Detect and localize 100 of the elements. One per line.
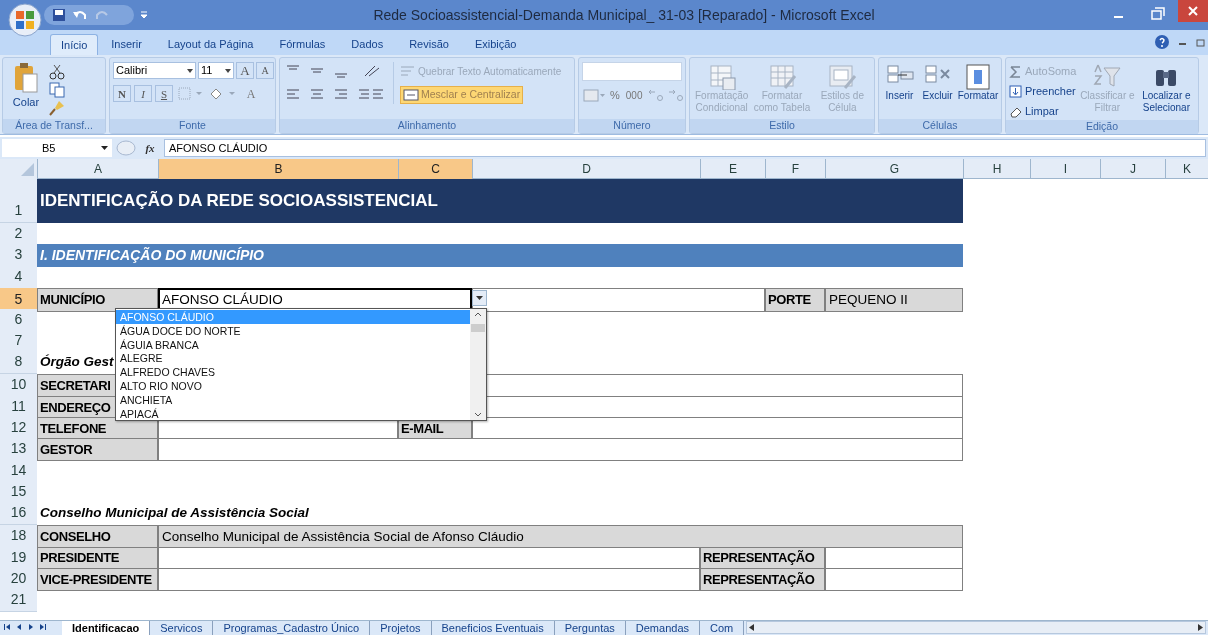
clipboard-icon [13, 62, 39, 94]
row-number[interactable]: 12 [0, 417, 37, 441]
percent-button[interactable]: % [608, 87, 622, 104]
sheet-tab[interactable]: Projetos [370, 621, 432, 635]
row-number[interactable]: 1 [0, 179, 37, 223]
column-header[interactable]: H [963, 159, 1030, 179]
input-cell[interactable] [158, 567, 700, 591]
input-cell[interactable] [825, 567, 963, 591]
sheet-tab[interactable]: Beneficios Eventuais [431, 621, 555, 635]
scissors-icon[interactable] [49, 64, 65, 80]
label-cell: MUNICÍPIO [37, 287, 158, 312]
ribbon-button[interactable]: Excluir [920, 62, 955, 102]
group-label: Número [613, 118, 651, 134]
label-cell: PORTE [765, 287, 825, 312]
sigma-icon [1009, 64, 1022, 78]
input-cell[interactable] [472, 287, 765, 312]
insert-function-label[interactable]: fx [140, 139, 160, 157]
formula-field[interactable]: AFONSO CLÁUDIO [164, 139, 1206, 157]
column-header[interactable]: K [1165, 159, 1208, 179]
dropdown-button[interactable] [472, 290, 487, 306]
font-size-field[interactable]: 11 [198, 62, 234, 79]
column-header[interactable]: I [1030, 159, 1100, 179]
horizontal-scrollbar[interactable] [746, 621, 1206, 634]
row-number[interactable]: 8 [0, 351, 37, 375]
name-box[interactable]: B5 [2, 139, 112, 157]
row-number[interactable]: 13 [0, 438, 37, 462]
close-icon [1188, 6, 1198, 16]
undo-icon[interactable] [72, 9, 88, 21]
row-number[interactable]: 18 [0, 525, 37, 549]
save-icon[interactable] [52, 8, 66, 22]
sheet-tab[interactable]: Com [700, 621, 745, 635]
ribbon-tab[interactable]: Fórmulas [266, 34, 339, 55]
brush-icon[interactable] [49, 100, 65, 116]
scrollbar[interactable] [470, 309, 486, 420]
ribbon-button[interactable]: Limpar [1009, 102, 1077, 120]
dropdown-item[interactable]: ÁGUA DOCE DO NORTE [116, 323, 470, 338]
shrink-font-button[interactable]: A [256, 62, 274, 79]
ribbon-button[interactable]: Localizar e Selecionar [1138, 62, 1195, 114]
grow-font-button[interactable]: A [236, 62, 254, 79]
row-number[interactable]: 7 [0, 330, 37, 354]
table-cell[interactable]: Conselho Municipal de Assistência Social de Afonso Cláudio [158, 525, 963, 549]
sheet-tab[interactable]: Programas_Cadastro Único [213, 621, 371, 635]
ribbon-button[interactable]: Inserir [882, 62, 917, 102]
help-icon[interactable] [1154, 34, 1170, 50]
underline-button[interactable]: S [155, 85, 173, 102]
close-button[interactable] [1178, 0, 1208, 22]
dropdown-icon [101, 146, 108, 150]
scroll-left-icon[interactable] [749, 624, 755, 631]
bold-button[interactable]: N [113, 85, 131, 102]
ribbon-button[interactable]: Preencher [1009, 82, 1077, 100]
sheet-tab[interactable]: Identificacao [62, 621, 151, 635]
scrollbar-thumb[interactable] [471, 324, 485, 332]
sheet-tab[interactable]: Perguntas [554, 621, 626, 635]
customize-icon[interactable] [140, 11, 148, 19]
cell-style-icon [827, 62, 858, 90]
scroll-up-icon[interactable] [474, 312, 482, 317]
sheet-tab[interactable]: Demandas [625, 621, 700, 635]
font-name-field[interactable]: Calibri [113, 62, 196, 79]
row-number[interactable]: 4 [0, 266, 37, 290]
column-header[interactable]: C [398, 159, 472, 179]
dropdown-item[interactable]: ÁGUIA BRANCA [116, 337, 470, 352]
ribbon-tab[interactable]: Exibição [461, 34, 530, 55]
row-number[interactable]: 21 [0, 589, 37, 613]
format-cells-icon [963, 62, 993, 90]
column-header[interactable]: B [158, 159, 398, 179]
column-header[interactable]: J [1100, 159, 1165, 179]
input-cell[interactable] [472, 417, 963, 441]
input-cell[interactable] [158, 438, 963, 462]
ribbon-tab[interactable]: Layout da Página [154, 34, 267, 55]
group-label: Células [922, 118, 958, 134]
thousands-button[interactable]: 000 [623, 88, 645, 103]
table-cell[interactable]: PEQUENO II [825, 287, 963, 312]
label-cell: GESTOR [37, 438, 158, 462]
ribbon-tab[interactable]: Dados [338, 34, 397, 55]
restore-icon[interactable] [1196, 37, 1206, 47]
ribbon-tab[interactable]: Revisão [396, 34, 462, 55]
ribbon-tab[interactable]: Início [50, 34, 99, 55]
section-heading: I. IDENTIFICAÇÃO DO MUNICÍPIO [37, 244, 963, 268]
scroll-right-icon[interactable] [1198, 624, 1203, 631]
group-label: Alinhamento [397, 118, 457, 134]
scroll-down-icon[interactable] [474, 412, 482, 417]
ribbon-button[interactable]: Formatar [958, 62, 998, 102]
row-number[interactable]: 2 [0, 223, 37, 246]
dropdown-icon [476, 296, 483, 300]
row-number[interactable]: 3 [0, 244, 37, 268]
group-label: Estilo [769, 118, 795, 134]
sheet-tab[interactable]: Servicos [150, 621, 214, 635]
ribbon-tab[interactable]: Inserir [98, 34, 155, 55]
merge-cells-icon [403, 89, 419, 101]
sheet-title: IDENTIFICAÇÃO DA REDE SOCIOASSISTENCIAL [37, 179, 963, 223]
font-color-button[interactable]: A [240, 85, 262, 102]
dropdown-icon [225, 68, 231, 73]
row-number[interactable]: 10 [0, 374, 37, 398]
sort-filter-icon [1092, 62, 1123, 90]
dropdown-item[interactable]: ALEGRE [116, 351, 470, 366]
paste-button[interactable]: Colar [6, 62, 46, 111]
subheading: Órgão Gest [40, 353, 114, 372]
row-number[interactable]: 16 [0, 502, 37, 526]
italic-button[interactable]: I [134, 85, 152, 102]
number-format-field[interactable] [582, 62, 682, 81]
